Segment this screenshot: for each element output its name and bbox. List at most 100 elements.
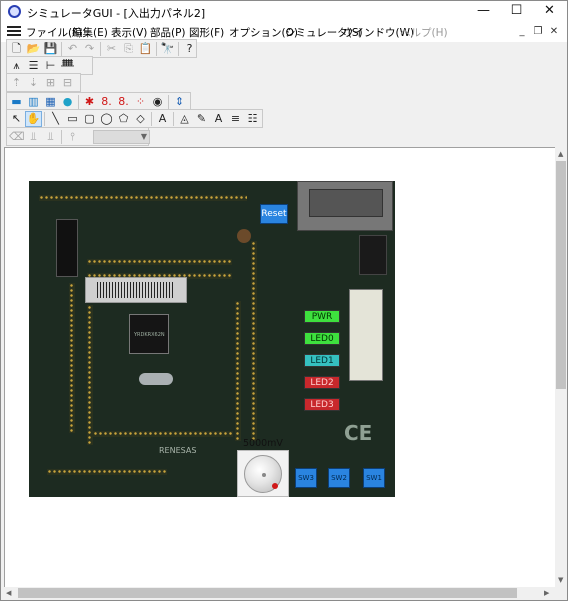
scroll-down-icon[interactable]: ▼ bbox=[558, 575, 563, 585]
minimize-button[interactable]: — bbox=[467, 1, 500, 23]
group-icon[interactable]: ⊞ bbox=[43, 76, 58, 90]
probe2-icon[interactable]: ⫫ bbox=[43, 130, 58, 144]
ungroup-icon[interactable]: ⊟ bbox=[60, 76, 75, 90]
paste-icon[interactable]: 📋 bbox=[138, 42, 153, 56]
toolbar-separator bbox=[61, 130, 62, 144]
toolbar-separator bbox=[61, 42, 62, 56]
title-bar[interactable]: シミュレータGUI - [入出力パネル2] — ☐ ✕ bbox=[1, 1, 567, 23]
rectangle-icon[interactable]: ▭ bbox=[65, 112, 80, 126]
led-led1: LED1 bbox=[304, 354, 340, 367]
distribute-icon[interactable]: ☰ bbox=[26, 59, 41, 73]
send-back-icon[interactable]: ⇣ bbox=[26, 76, 41, 90]
horizontal-scroll-thumb[interactable] bbox=[18, 588, 517, 598]
cut-icon[interactable]: ✂ bbox=[104, 42, 119, 56]
connector-block bbox=[56, 219, 78, 277]
order-toolbar: ⇡ ⇣ ⊞ ⊟ bbox=[6, 73, 81, 92]
close-button[interactable]: ✕ bbox=[533, 1, 566, 23]
vertical-scrollbar[interactable]: ▲ ▼ bbox=[555, 147, 567, 587]
space-horizontal-icon[interactable]: ⊢ bbox=[43, 59, 58, 73]
redo-icon[interactable]: ↷ bbox=[82, 42, 97, 56]
fill-color-icon[interactable]: ◬ bbox=[177, 112, 192, 126]
scroll-up-icon[interactable]: ▲ bbox=[558, 149, 563, 159]
menu-help[interactable]: ヘルプ(H) bbox=[400, 25, 448, 40]
target-part-icon[interactable]: ◉ bbox=[150, 95, 165, 109]
scroll-right-icon[interactable]: ▶ bbox=[544, 588, 549, 598]
app-icon[interactable] bbox=[8, 5, 21, 18]
switch-sw2[interactable]: SW2 bbox=[328, 468, 350, 488]
line-icon[interactable]: ╲ bbox=[48, 112, 63, 126]
switch-sw1[interactable]: SW1 bbox=[363, 468, 385, 488]
level-meter-part-icon[interactable]: ▥ bbox=[26, 95, 41, 109]
save-icon[interactable]: 💾 bbox=[43, 42, 58, 56]
space-vertical-icon[interactable]: ᚙ bbox=[60, 59, 75, 73]
new-file-icon[interactable]: 🗋 bbox=[9, 42, 24, 56]
copy-icon[interactable]: ⎘ bbox=[121, 42, 136, 56]
led-led0: LED0 bbox=[304, 332, 340, 345]
misc-toolbar: ▼ ⌫ ⫫ ⫫ ⫯ bbox=[6, 127, 150, 146]
diamond-icon[interactable]: ◇ bbox=[133, 112, 148, 126]
matrix-part-icon[interactable]: ▦ bbox=[43, 95, 58, 109]
led-pwr: PWR bbox=[304, 310, 340, 323]
button-part-icon[interactable]: ▬ bbox=[9, 95, 24, 109]
vertical-scroll-thumb[interactable] bbox=[556, 161, 566, 389]
line-width-icon[interactable]: ≡ bbox=[228, 112, 243, 126]
drawing-toolbar: ↖ ✋ ╲ ▭ ▢ ◯ ⬠ ◇ A ◬ ✎ A ≡ ☷ bbox=[6, 109, 263, 128]
undo-icon[interactable]: ↶ bbox=[65, 42, 80, 56]
header-bottom-1 bbox=[93, 431, 233, 437]
bring-front-icon[interactable]: ⇡ bbox=[9, 76, 24, 90]
polygon-icon[interactable]: ⬠ bbox=[116, 112, 131, 126]
help-icon[interactable]: ? bbox=[182, 42, 197, 56]
document-menu-icon[interactable] bbox=[7, 26, 21, 38]
window-title: シミュレータGUI - [入出力パネル2] bbox=[27, 7, 206, 20]
rounded-rect-icon[interactable]: ▢ bbox=[82, 112, 97, 126]
crystal bbox=[139, 373, 173, 385]
menu-parts[interactable]: 部品(P) bbox=[150, 25, 186, 40]
text-icon[interactable]: A bbox=[155, 112, 170, 126]
led-led2: LED2 bbox=[304, 376, 340, 389]
mdi-close-button[interactable]: ✕ bbox=[547, 25, 561, 39]
switch-sw3[interactable]: SW3 bbox=[295, 468, 317, 488]
connect-icon[interactable]: ⫯ bbox=[65, 130, 80, 144]
dot-matrix-icon[interactable]: ⁘ bbox=[133, 95, 148, 109]
voltage-knob[interactable] bbox=[244, 455, 282, 493]
open-folder-icon[interactable]: 📂 bbox=[26, 42, 41, 56]
menu-edit[interactable]: 編集(E) bbox=[72, 25, 108, 40]
text-color-icon[interactable]: A bbox=[211, 112, 226, 126]
mcu-chip-label: YRDKRX62N bbox=[134, 332, 165, 338]
toolbar-separator bbox=[168, 95, 169, 109]
ellipse-icon[interactable]: ◯ bbox=[99, 112, 114, 126]
knob-center bbox=[262, 473, 266, 477]
find-icon[interactable]: 🔭 bbox=[160, 42, 175, 56]
menu-view[interactable]: 表示(V) bbox=[111, 25, 147, 40]
seven-segment-dual-icon[interactable]: 8. bbox=[116, 95, 131, 109]
toolbar-separator bbox=[78, 95, 79, 109]
mcu-chip: YRDKRX62N bbox=[129, 314, 169, 354]
line-color-icon[interactable]: ✎ bbox=[194, 112, 209, 126]
spin-part-icon[interactable]: ⇕ bbox=[172, 95, 187, 109]
align-icon[interactable]: ⩚ bbox=[9, 59, 24, 73]
db9-socket bbox=[309, 189, 383, 217]
audio-jack bbox=[359, 235, 387, 275]
led-led2-label: LED2 bbox=[310, 378, 334, 388]
menu-shapes[interactable]: 図形(F) bbox=[189, 25, 224, 40]
mdi-minimize-button[interactable]: _ bbox=[515, 25, 529, 39]
probe-icon[interactable]: ⫫ bbox=[26, 130, 41, 144]
mdi-restore-button[interactable]: ❐ bbox=[531, 25, 545, 39]
seven-segment-icon[interactable]: 8. bbox=[99, 95, 114, 109]
maximize-button[interactable]: ☐ bbox=[500, 1, 533, 23]
zoom-combo[interactable]: ▼ bbox=[93, 130, 150, 144]
scroll-left-icon[interactable]: ◀ bbox=[6, 588, 11, 598]
eraser-icon[interactable]: ⌫ bbox=[9, 130, 25, 144]
led-part-icon[interactable]: ● bbox=[60, 95, 75, 109]
voltage-knob-panel[interactable] bbox=[237, 450, 289, 497]
reset-button[interactable]: Reset bbox=[260, 204, 288, 224]
hand-icon[interactable]: ✋ bbox=[25, 111, 42, 127]
led-led0-label: LED0 bbox=[310, 334, 334, 344]
line-style-icon[interactable]: ☷ bbox=[245, 112, 260, 126]
header-left-vert-2 bbox=[87, 305, 93, 445]
chevron-down-icon[interactable]: ▼ bbox=[141, 131, 147, 143]
horizontal-scrollbar[interactable]: ◀ ▶ bbox=[4, 587, 555, 599]
toolbar-separator bbox=[151, 112, 152, 126]
pointer-icon[interactable]: ↖ bbox=[9, 112, 24, 126]
bug-part-icon[interactable]: ✱ bbox=[82, 95, 97, 109]
